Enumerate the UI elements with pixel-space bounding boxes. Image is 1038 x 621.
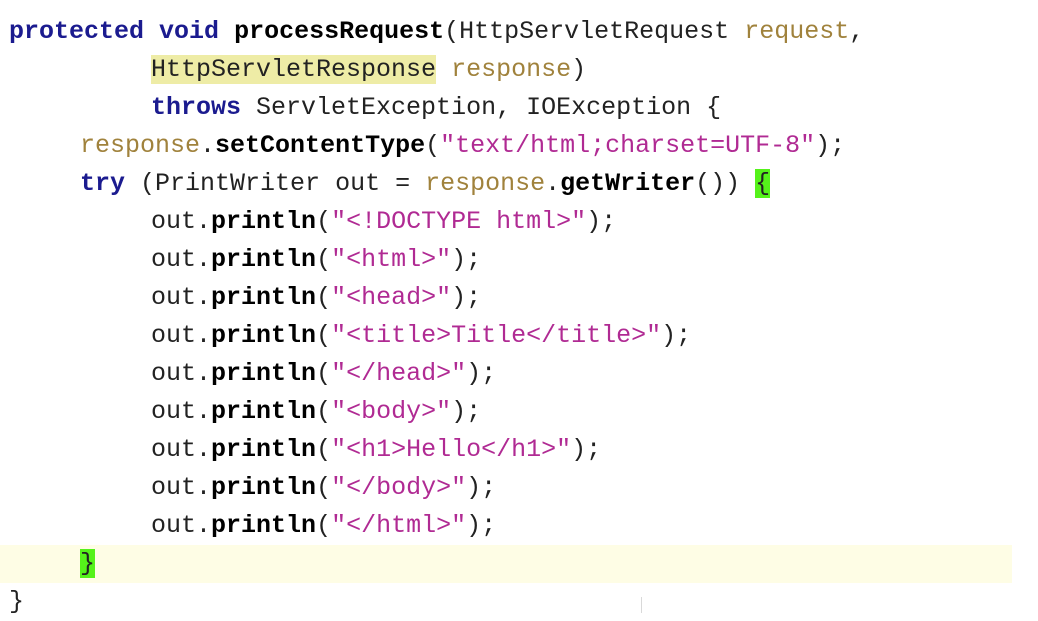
code-line-1[interactable]: protected void processRequest(HttpServle… <box>9 13 864 51</box>
matched-open-brace: { <box>755 169 771 198</box>
request-param: request <box>744 17 850 46</box>
string-literal: "text/html;charset=UTF-8" <box>440 131 816 160</box>
matched-close-brace: } <box>80 549 96 578</box>
keyword-try: try <box>80 169 126 198</box>
comma: , <box>849 17 865 46</box>
method-call: println <box>211 435 317 464</box>
out-object: out <box>151 435 197 464</box>
close-paren: ); <box>661 321 692 350</box>
method-call: println <box>211 397 317 426</box>
method-call: println <box>211 321 317 350</box>
dot: . <box>196 321 212 350</box>
string-literal: "</html>" <box>331 511 467 540</box>
code-line-8[interactable]: out.println("<head>"); <box>151 279 481 317</box>
response-param: response <box>451 55 572 84</box>
code-line-15-current[interactable]: } <box>0 545 1012 583</box>
out-object: out <box>151 511 197 540</box>
close-paren: ); <box>466 511 497 540</box>
response-object: response <box>425 169 546 198</box>
string-literal: "</body>" <box>331 473 467 502</box>
code-line-10[interactable]: out.println("</head>"); <box>151 355 496 393</box>
code-line-13[interactable]: out.println("</body>"); <box>151 469 496 507</box>
code-line-9[interactable]: out.println("<title>Title</title>"); <box>151 317 691 355</box>
method-call: setContentType <box>215 131 426 160</box>
dot: . <box>196 245 212 274</box>
string-literal: "<h1>Hello</h1>" <box>331 435 572 464</box>
method-name: processRequest <box>234 17 445 46</box>
keyword-throws: throws <box>151 93 242 122</box>
dot: . <box>196 283 212 312</box>
close-paren: ); <box>451 283 482 312</box>
string-literal: "<body>" <box>331 397 452 426</box>
open-paren: ( <box>425 131 441 160</box>
close-paren: ); <box>451 397 482 426</box>
string-literal: "</head>" <box>331 359 467 388</box>
string-literal: "<head>" <box>331 283 452 312</box>
dot: . <box>196 397 212 426</box>
method-call: println <box>211 283 317 312</box>
dot: . <box>196 473 212 502</box>
code-editor[interactable]: protected void processRequest(HttpServle… <box>0 0 1038 621</box>
string-literal: "<title>Title</title>" <box>331 321 662 350</box>
code-line-5[interactable]: try (PrintWriter out = response.getWrite… <box>80 165 771 203</box>
dot: . <box>200 131 216 160</box>
open-paren: ( <box>316 245 332 274</box>
method-call: println <box>211 359 317 388</box>
open-paren: ( <box>316 397 332 426</box>
open-paren: ( <box>316 321 332 350</box>
code-line-2[interactable]: HttpServletResponse response) <box>151 51 586 89</box>
close-paren: ); <box>466 359 497 388</box>
method-call: println <box>211 245 317 274</box>
code-line-3[interactable]: throws ServletException, IOException { <box>151 89 721 127</box>
close-paren: ); <box>586 207 617 236</box>
dot: . <box>196 511 212 540</box>
method-call: println <box>211 473 317 502</box>
method-call: println <box>211 207 317 236</box>
code-line-16[interactable]: } <box>9 583 24 621</box>
method-close-brace: } <box>9 587 25 616</box>
open-paren: ( <box>444 17 460 46</box>
method-call: getWriter <box>560 169 696 198</box>
close-paren: ); <box>451 245 482 274</box>
exception-list: ServletException, IOException { <box>256 93 722 122</box>
close-paren: ()) <box>695 169 756 198</box>
open-paren: ( <box>316 473 332 502</box>
code-line-14[interactable]: out.println("</html>"); <box>151 507 496 545</box>
dot: . <box>545 169 561 198</box>
code-line-4[interactable]: response.setContentType("text/html;chars… <box>80 127 845 165</box>
out-object: out <box>151 283 197 312</box>
text-cursor <box>641 597 642 613</box>
open-paren: ( <box>316 511 332 540</box>
resource-declaration: (PrintWriter out = <box>140 169 426 198</box>
code-line-12[interactable]: out.println("<h1>Hello</h1>"); <box>151 431 601 469</box>
string-literal: "<html>" <box>331 245 452 274</box>
keyword-protected: protected <box>9 17 145 46</box>
close-paren: ); <box>815 131 846 160</box>
open-paren: ( <box>316 283 332 312</box>
close-paren: ); <box>571 435 602 464</box>
code-line-11[interactable]: out.println("<body>"); <box>151 393 481 431</box>
request-type: HttpServletRequest <box>459 17 730 46</box>
open-paren: ( <box>316 207 332 236</box>
dot: . <box>196 207 212 236</box>
open-paren: ( <box>316 359 332 388</box>
dot: . <box>196 435 212 464</box>
code-line-6[interactable]: out.println("<!DOCTYPE html>"); <box>151 203 616 241</box>
out-object: out <box>151 245 197 274</box>
response-object: response <box>80 131 201 160</box>
string-literal: "<!DOCTYPE html>" <box>331 207 587 236</box>
close-paren: ); <box>466 473 497 502</box>
open-paren: ( <box>316 435 332 464</box>
keyword-void: void <box>159 17 220 46</box>
out-object: out <box>151 321 197 350</box>
out-object: out <box>151 397 197 426</box>
close-paren: ) <box>571 55 587 84</box>
method-call: println <box>211 511 317 540</box>
out-object: out <box>151 207 197 236</box>
out-object: out <box>151 473 197 502</box>
out-object: out <box>151 359 197 388</box>
code-line-7[interactable]: out.println("<html>"); <box>151 241 481 279</box>
response-type-highlighted: HttpServletResponse <box>151 55 437 84</box>
dot: . <box>196 359 212 388</box>
